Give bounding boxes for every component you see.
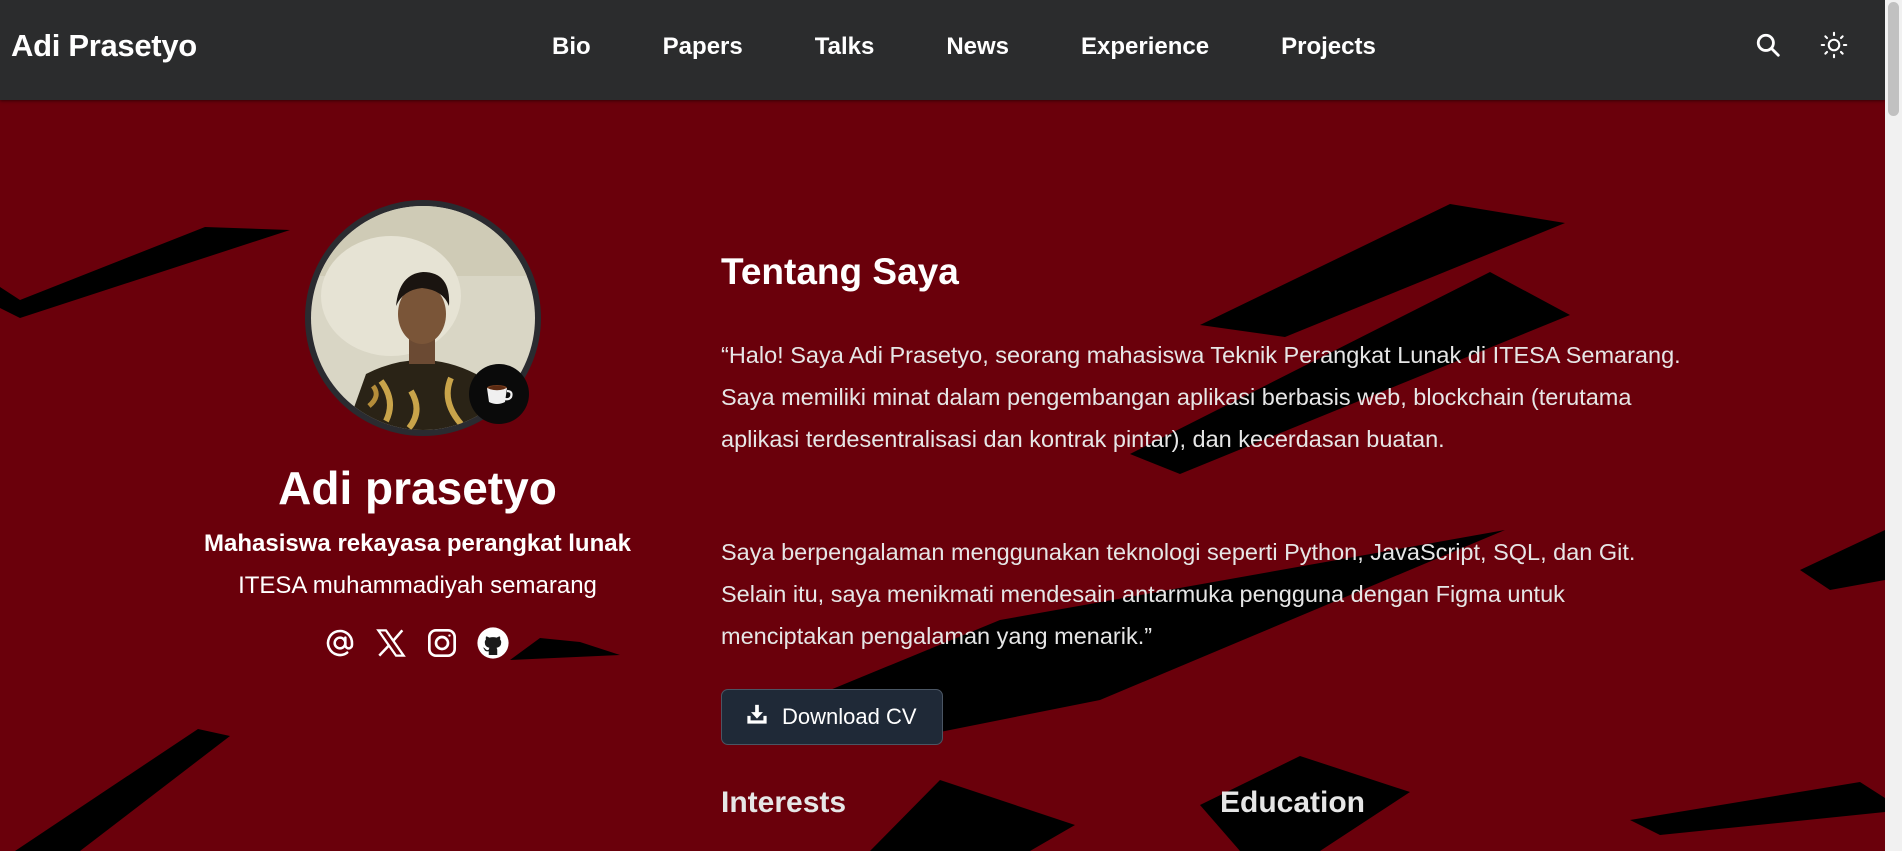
profile-name: Adi prasetyo — [278, 462, 557, 514]
profile-organization: ITESA muhammadiyah semarang — [238, 572, 597, 599]
download-cv-label: Download CV — [782, 704, 917, 729]
download-icon — [746, 703, 768, 731]
instagram-icon[interactable] — [425, 626, 459, 660]
github-icon[interactable] — [476, 626, 510, 660]
about-paragraph: “Halo! Saya Adi Prasetyo, seorang mahasi… — [721, 342, 1681, 452]
profile-role: Mahasiswa rekayasa perangkat lunak — [204, 530, 631, 557]
at-sign-icon[interactable] — [323, 626, 357, 660]
social-links — [323, 626, 510, 660]
top-navbar: Adi Prasetyo Bio Papers Talks News Exper… — [0, 0, 1885, 100]
nav-bio[interactable]: Bio — [552, 33, 591, 61]
download-cv-button[interactable]: Download CV — [721, 689, 943, 745]
scrollbar-thumb[interactable] — [1888, 2, 1899, 116]
page-scrollbar[interactable] — [1885, 0, 1902, 851]
about-title: Tentang Saya — [721, 251, 959, 292]
sun-icon[interactable] — [1819, 30, 1849, 60]
nav-papers[interactable]: Papers — [663, 33, 743, 61]
status-badge — [469, 364, 529, 424]
nav-news[interactable]: News — [946, 33, 1009, 61]
x-twitter-icon[interactable] — [374, 626, 408, 660]
nav-talks[interactable]: Talks — [815, 33, 875, 61]
interests-heading: Interests — [721, 786, 847, 819]
about-paragraph: Saya berpengalaman menggunakan teknologi… — [721, 539, 1636, 649]
profile-card: Adi prasetyo Mahasiswa rekayasa perangka… — [0, 100, 835, 851]
search-icon[interactable] — [1753, 30, 1783, 60]
nav-projects[interactable]: Projects — [1281, 33, 1376, 61]
main-nav: Bio Papers Talks News Experience Project… — [552, 33, 1448, 61]
site-brand[interactable]: Adi Prasetyo — [11, 28, 197, 64]
nav-experience[interactable]: Experience — [1081, 33, 1209, 61]
education-heading: Education — [1220, 786, 1366, 819]
coffee-icon — [483, 376, 515, 413]
